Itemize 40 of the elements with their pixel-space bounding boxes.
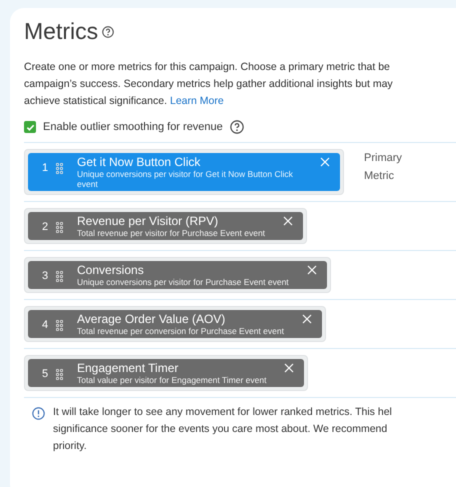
metric-item[interactable]: 3 Conversions Unique conversions per visitor for Purchase Event event xyxy=(28,261,327,289)
metric-name: Engagement Timer xyxy=(77,361,180,375)
metric-description: Total revenue per conversion for Purchase Event event xyxy=(77,326,284,336)
close-icon[interactable] xyxy=(284,363,294,373)
metric-item[interactable]: 1 Get it Now Button Click Unique conversions per visitor for Get it Now Button Click event xyxy=(28,153,340,191)
metric-description: Total value per visitor for Engagement Timer event xyxy=(77,375,266,385)
metric-role: Primary Metric xyxy=(364,151,403,184)
metric-name: Average Order Value (AOV) xyxy=(77,312,226,326)
metric-description: Unique conversions per visitor for Purchase Event event xyxy=(77,277,289,287)
checkbox[interactable] xyxy=(24,121,36,133)
metric-description: Total revenue per visitor for Purchase Event event xyxy=(77,228,266,238)
help-icon[interactable] xyxy=(102,26,114,38)
rank-number: 4 xyxy=(42,319,50,331)
metric-item[interactable]: 5 Engagement Timer Total value per visitor for Engagement Timer event xyxy=(28,359,304,387)
close-icon[interactable] xyxy=(306,265,317,275)
rank-number: 5 xyxy=(42,368,50,380)
metric-name: Revenue per Visitor (RPV) xyxy=(77,214,220,228)
metric-name: Get it Now Button Click xyxy=(77,155,202,169)
section-title: Metrics xyxy=(24,18,98,45)
drag-handle-icon[interactable] xyxy=(56,369,63,380)
notice-text: It will take longer to see any movement for lower ranked metrics. This hel significance sooner for the events you care most about. We recommend priority. xyxy=(53,405,392,454)
drag-handle-icon[interactable] xyxy=(56,271,63,282)
rank-number: 2 xyxy=(42,221,50,233)
metric-item[interactable]: 4 Average Order Value (AOV) Total revenue per conversion for Purchase Event event xyxy=(28,310,322,338)
metric-name: Conversions xyxy=(77,263,145,277)
metric-description: Unique conversions per visitor for Get it Now Button Click event xyxy=(77,169,294,189)
info-icon xyxy=(32,407,45,420)
help-icon[interactable] xyxy=(230,120,244,134)
drag-handle-icon[interactable] xyxy=(56,222,63,233)
rank-number: 3 xyxy=(42,270,50,282)
close-icon[interactable] xyxy=(283,216,294,226)
drag-handle-icon[interactable] xyxy=(56,320,63,331)
rank-number: 1 xyxy=(42,162,50,174)
learn-more-link[interactable]: Learn More xyxy=(170,95,224,107)
intro-text: Create one or more metrics for this campaign. Choose a primary metric that be campaign’s success. Secondary metrics help gather additional insights but may achieve statistical significance. Learn More xyxy=(24,60,394,109)
close-icon[interactable] xyxy=(320,157,330,167)
metric-item[interactable]: 2 Revenue per Visitor (RPV) Total revenue per visitor for Purchase Event event xyxy=(28,212,304,240)
checkbox-label: Enable outlier smoothing for revenue xyxy=(43,121,223,133)
drag-handle-icon[interactable] xyxy=(56,163,63,174)
close-icon[interactable] xyxy=(302,314,312,324)
